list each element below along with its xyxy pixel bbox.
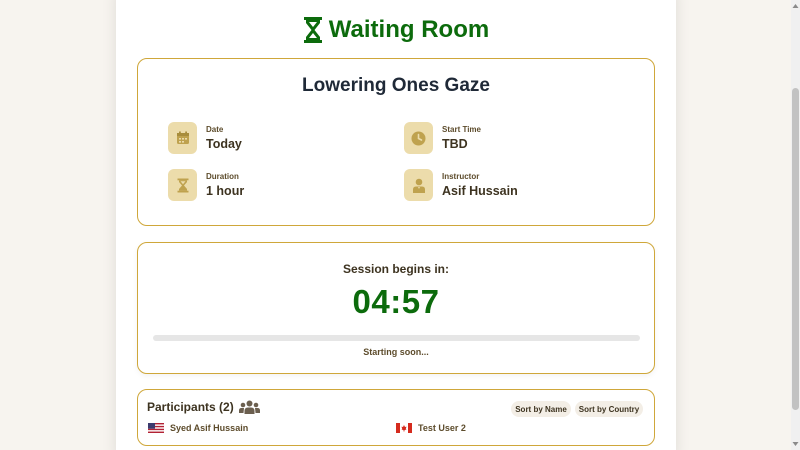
ca-flag-icon (396, 423, 412, 433)
instructor-value: Asif Hussain (442, 184, 518, 198)
users-group-icon (238, 400, 260, 414)
participants-header: Participants (2) (147, 400, 260, 414)
page-header: Waiting Room (116, 14, 676, 46)
start-time-label: Start Time (442, 125, 481, 134)
date-value: Today (206, 137, 242, 151)
status-text: Starting soon... (363, 347, 429, 357)
page-scrollbar[interactable] (791, 0, 800, 450)
participant-name: Test User 2 (418, 423, 466, 433)
hourglass-icon (303, 17, 322, 43)
participant-name: Syed Asif Hussain (170, 423, 249, 433)
participants-title: Participants (2) (147, 400, 234, 414)
countdown-timer: 04:57 (352, 283, 440, 320)
sort-by-name-button[interactable]: Sort by Name (511, 401, 571, 417)
progress-bar (153, 335, 640, 341)
instructor-icon (404, 169, 433, 201)
sort-by-country-button[interactable]: Sort by Country (575, 401, 643, 417)
start-time-info: Start Time TBD (404, 122, 481, 154)
duration-label: Duration (206, 172, 239, 181)
session-info-card: Lowering Ones Gaze Date Today Start Time… (137, 58, 655, 226)
scroll-down-arrow-icon[interactable] (791, 440, 800, 448)
duration-value: 1 hour (206, 184, 245, 198)
session-title: Lowering Ones Gaze (302, 75, 490, 96)
hourglass-icon (168, 169, 197, 201)
session-begins-label: Session begins in: (342, 262, 450, 276)
instructor-info: Instructor Asif Hussain (404, 169, 518, 201)
scrollbar-thumb[interactable] (792, 88, 799, 410)
date-label: Date (206, 125, 224, 134)
page-title: Waiting Room (328, 16, 490, 43)
us-flag-icon (148, 423, 164, 433)
date-info: Date Today (168, 122, 242, 154)
participant-item: Syed Asif Hussain (148, 423, 248, 433)
participants-card: Participants (2) Sort by Name Sort by Co… (137, 389, 655, 446)
calendar-icon (168, 122, 197, 154)
participant-item: Test User 2 (396, 423, 466, 433)
instructor-label: Instructor (442, 172, 480, 181)
scroll-up-arrow-icon[interactable] (791, 2, 800, 10)
start-time-value: TBD (442, 137, 468, 151)
countdown-card: Session begins in: 04:57 Starting soon..… (137, 242, 655, 374)
duration-info: Duration 1 hour (168, 169, 244, 201)
clock-icon (404, 122, 433, 154)
